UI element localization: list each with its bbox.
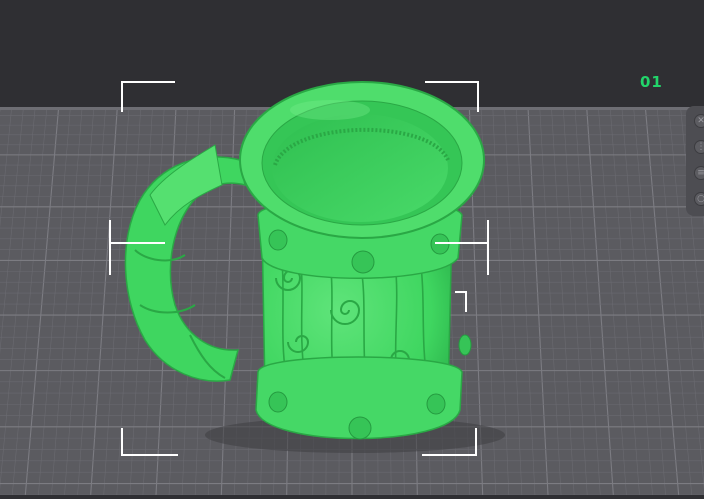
side-toolbar: ✕ ⋮ ≡ ○ (686, 106, 704, 216)
plate-number-label[interactable]: 01 (640, 73, 663, 91)
3d-viewport[interactable]: 01 ✕ ⋮ ≡ ○ (0, 0, 704, 495)
circle-icon[interactable]: ○ (694, 192, 704, 206)
rim-highlight (290, 100, 370, 120)
dots-icon[interactable]: ⋮ (694, 140, 704, 154)
side-rivet (458, 334, 472, 356)
layers-icon[interactable]: ≡ (694, 166, 704, 180)
build-plate-scene[interactable] (0, 0, 704, 495)
close-icon[interactable]: ✕ (694, 114, 704, 128)
